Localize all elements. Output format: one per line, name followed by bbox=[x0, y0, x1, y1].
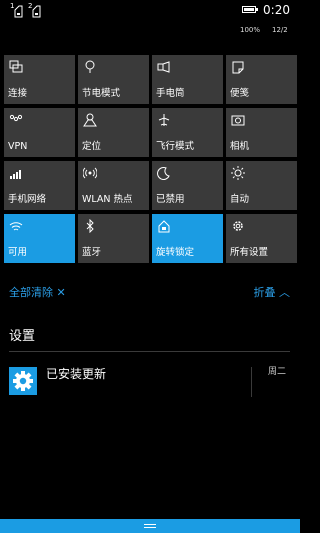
bottom-bar[interactable] bbox=[0, 519, 300, 533]
sim2-icon: 2 bbox=[28, 2, 42, 18]
tile-label: 相机 bbox=[230, 141, 250, 152]
date: 12/2 bbox=[272, 26, 288, 34]
action-center-toolbar: 全部清除 ✕ 折叠 ︿ bbox=[0, 278, 300, 302]
notification-time: 周二 bbox=[268, 367, 287, 377]
tile-hotspot[interactable]: WLAN 热点 bbox=[78, 161, 149, 210]
sim1-icon: 1 bbox=[10, 2, 24, 18]
location-icon bbox=[83, 112, 97, 127]
settings-icon bbox=[231, 218, 245, 232]
hotspot-icon bbox=[82, 165, 98, 179]
flashlight-icon bbox=[157, 59, 171, 73]
notification-item[interactable]: 已安装更新 周二 bbox=[0, 360, 300, 400]
battery-icon bbox=[242, 6, 258, 13]
tile-label: 定位 bbox=[82, 141, 102, 152]
tile-note[interactable]: 便笺 bbox=[226, 55, 297, 104]
airplane-icon bbox=[157, 112, 171, 126]
tile-vpn[interactable]: VPN bbox=[4, 108, 75, 157]
tile-label: 蓝牙 bbox=[82, 247, 102, 258]
note-icon bbox=[231, 59, 245, 74]
tile-label: 便笺 bbox=[230, 88, 250, 99]
camera-icon bbox=[231, 112, 245, 126]
tile-label: 所有设置 bbox=[230, 247, 269, 258]
tile-camera[interactable]: 相机 bbox=[226, 108, 297, 157]
tile-location[interactable]: 定位 bbox=[78, 108, 149, 157]
notification-title: 已安装更新 bbox=[46, 367, 107, 381]
tile-label: 手电筒 bbox=[156, 88, 185, 99]
tile-settings[interactable]: 所有设置 bbox=[226, 214, 297, 263]
battery-saver-icon bbox=[83, 59, 97, 73]
connect-icon bbox=[9, 59, 23, 73]
tile-label: VPN bbox=[8, 141, 28, 152]
tile-flashlight[interactable]: 手电筒 bbox=[152, 55, 223, 104]
moon-icon bbox=[157, 165, 171, 180]
tile-brightness[interactable]: 自动 bbox=[226, 161, 297, 210]
drag-handle-icon[interactable] bbox=[144, 523, 156, 529]
tile-label: 旋转锁定 bbox=[156, 247, 195, 258]
tile-label: 手机网络 bbox=[8, 194, 47, 205]
status-bar: 1 2 0:20 100% 12/2 bbox=[0, 0, 300, 48]
tile-cellular[interactable]: 手机网络 bbox=[4, 161, 75, 210]
tile-bluetooth[interactable]: 蓝牙 bbox=[78, 214, 149, 263]
divider bbox=[9, 351, 290, 352]
battery-percent: 100% bbox=[240, 26, 261, 34]
tile-label: 可用 bbox=[8, 247, 28, 258]
brightness-icon bbox=[231, 165, 245, 180]
tile-label: 飞行模式 bbox=[156, 141, 195, 152]
bluetooth-icon bbox=[83, 218, 97, 234]
tile-wifi[interactable]: 可用 bbox=[4, 214, 75, 263]
quick-actions-grid: 连接 节电模式 手电筒 便笺 VPN 定位 飞行模式 相机手机网络 WLAN 热点 已禁用 自动可用… bbox=[4, 55, 297, 263]
notification-divider bbox=[251, 367, 252, 397]
gear-icon bbox=[9, 367, 37, 395]
tile-label: WLAN 热点 bbox=[82, 194, 133, 205]
tile-label: 自动 bbox=[230, 194, 250, 205]
clock: 0:20 bbox=[263, 3, 290, 17]
tile-label: 已禁用 bbox=[156, 194, 185, 205]
tile-airplane[interactable]: 飞行模式 bbox=[152, 108, 223, 157]
tile-label: 节电模式 bbox=[82, 88, 121, 99]
tile-battery-saver[interactable]: 节电模式 bbox=[78, 55, 149, 104]
section-title: 设置 bbox=[9, 329, 36, 344]
tile-connect[interactable]: 连接 bbox=[4, 55, 75, 104]
vpn-icon bbox=[9, 112, 23, 126]
collapse-button[interactable]: 折叠 ︿ bbox=[254, 284, 291, 300]
wifi-icon bbox=[9, 218, 23, 232]
clear-all-button[interactable]: 全部清除 ✕ bbox=[9, 284, 66, 300]
cellular-icon bbox=[9, 165, 23, 179]
tile-rotation-lock[interactable]: 旋转锁定 bbox=[152, 214, 223, 263]
rotation-lock-icon bbox=[157, 218, 171, 233]
tile-moon[interactable]: 已禁用 bbox=[152, 161, 223, 210]
tile-label: 连接 bbox=[8, 88, 28, 99]
